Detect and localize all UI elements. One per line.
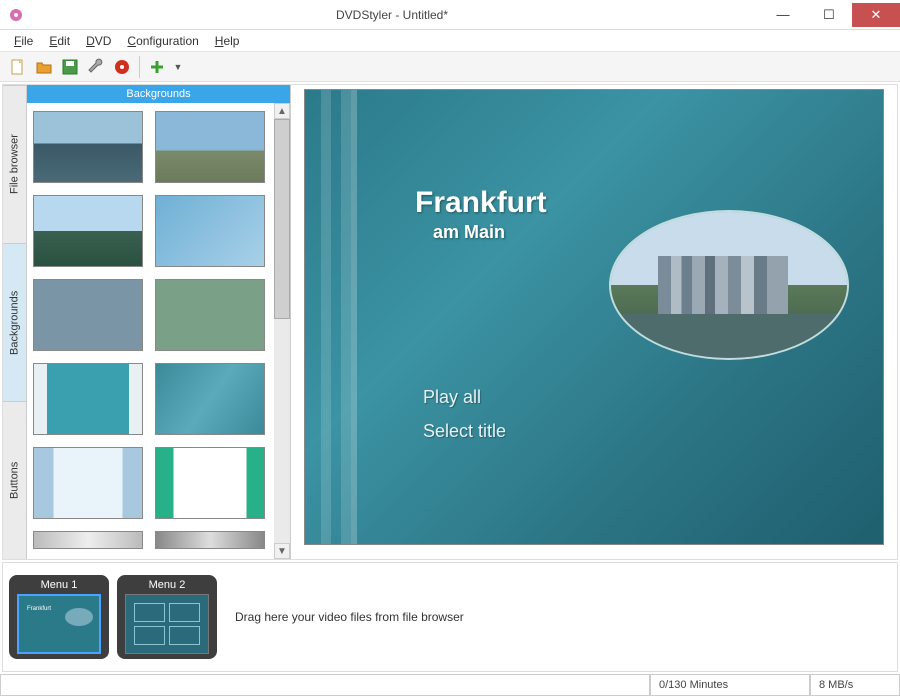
background-grid [27, 103, 274, 559]
timeline-label: Menu 2 [149, 579, 186, 591]
menu-item-play-all[interactable]: Play all [423, 380, 506, 414]
menu-items: Play all Select title [423, 380, 506, 448]
chevron-down-icon: ▼ [174, 62, 183, 72]
status-minutes: 0/130 Minutes [650, 674, 810, 696]
scrollbar[interactable]: ▲ ▼ [274, 103, 290, 559]
settings-button[interactable] [84, 55, 108, 79]
add-dropdown[interactable]: ▼ [171, 55, 185, 79]
background-thumb[interactable] [155, 363, 265, 435]
status-rate: 8 MB/s [810, 674, 900, 696]
new-button[interactable] [6, 55, 30, 79]
background-thumb[interactable] [33, 279, 143, 351]
new-file-icon [9, 58, 27, 76]
timeline-thumb: Frankfurt [17, 594, 101, 654]
statusbar: 0/130 Minutes 8 MB/s [0, 674, 900, 696]
menu-image-oval[interactable] [609, 210, 849, 360]
save-button[interactable] [58, 55, 82, 79]
minimize-button[interactable]: — [760, 3, 806, 27]
sidetab-file-browser[interactable]: File browser [3, 85, 26, 243]
timeline-menu-1[interactable]: Menu 1 Frankfurt [9, 575, 109, 659]
background-thumb[interactable] [33, 111, 143, 183]
menu-subtitle[interactable]: am Main [433, 222, 505, 243]
add-icon [148, 58, 166, 76]
timeline-hint: Drag here your video files from file bro… [225, 610, 891, 624]
timeline-menu-2[interactable]: Menu 2 [117, 575, 217, 659]
titlebar: DVDStyler - Untitled* — ☐ ✕ [0, 0, 900, 30]
stripe-decoration [315, 90, 375, 544]
menu-configuration[interactable]: Configuration [121, 32, 204, 50]
menu-file[interactable]: File [8, 32, 39, 50]
close-button[interactable]: ✕ [852, 3, 900, 27]
background-thumb[interactable] [155, 111, 265, 183]
toolbar-separator [139, 56, 140, 78]
city-image [611, 212, 847, 358]
burn-button[interactable] [110, 55, 134, 79]
open-button[interactable] [32, 55, 56, 79]
window-title: DVDStyler - Untitled* [24, 8, 760, 22]
save-icon [61, 58, 79, 76]
scroll-up-icon[interactable]: ▲ [274, 103, 290, 119]
background-thumb[interactable] [155, 195, 265, 267]
backgrounds-panel: Backgrounds ▲ ▼ [27, 85, 291, 559]
panel-title: Backgrounds [27, 85, 290, 103]
timeline[interactable]: Menu 1 Frankfurt Menu 2 Drag here your v… [2, 562, 898, 672]
burn-disc-icon [113, 58, 131, 76]
add-button[interactable] [145, 55, 169, 79]
background-thumb[interactable] [33, 531, 143, 549]
scroll-down-icon[interactable]: ▼ [274, 543, 290, 559]
background-thumb[interactable] [155, 531, 265, 549]
stripe-decoration [351, 90, 357, 544]
menu-title[interactable]: Frankfurt [415, 186, 547, 220]
background-thumb[interactable] [33, 447, 143, 519]
background-thumb[interactable] [33, 195, 143, 267]
sidetab-buttons[interactable]: Buttons [3, 401, 26, 559]
background-thumb[interactable] [155, 447, 265, 519]
wrench-icon [87, 58, 105, 76]
app-icon [8, 7, 24, 23]
timeline-label: Menu 1 [41, 579, 78, 591]
side-tabs: File browser Backgrounds Buttons [3, 85, 27, 559]
menu-item-select-title[interactable]: Select title [423, 414, 506, 448]
open-folder-icon [35, 58, 53, 76]
scroll-thumb[interactable] [274, 119, 290, 319]
workarea: File browser Backgrounds Buttons Backgro… [2, 84, 898, 560]
menu-canvas: Frankfurt am Main Play all Select title [291, 85, 897, 559]
menu-dvd[interactable]: DVD [80, 32, 117, 50]
background-thumb[interactable] [155, 279, 265, 351]
status-spacer [0, 674, 650, 696]
maximize-button[interactable]: ☐ [806, 3, 852, 27]
toolbar: ▼ [0, 52, 900, 82]
dvd-menu-preview[interactable]: Frankfurt am Main Play all Select title [304, 89, 884, 545]
background-thumb[interactable] [33, 363, 143, 435]
scroll-track[interactable] [274, 119, 290, 543]
timeline-thumb [125, 594, 209, 654]
menubar: File Edit DVD Configuration Help [0, 30, 900, 52]
menu-edit[interactable]: Edit [43, 32, 76, 50]
sidetab-backgrounds[interactable]: Backgrounds [3, 243, 26, 401]
menu-help[interactable]: Help [209, 32, 246, 50]
